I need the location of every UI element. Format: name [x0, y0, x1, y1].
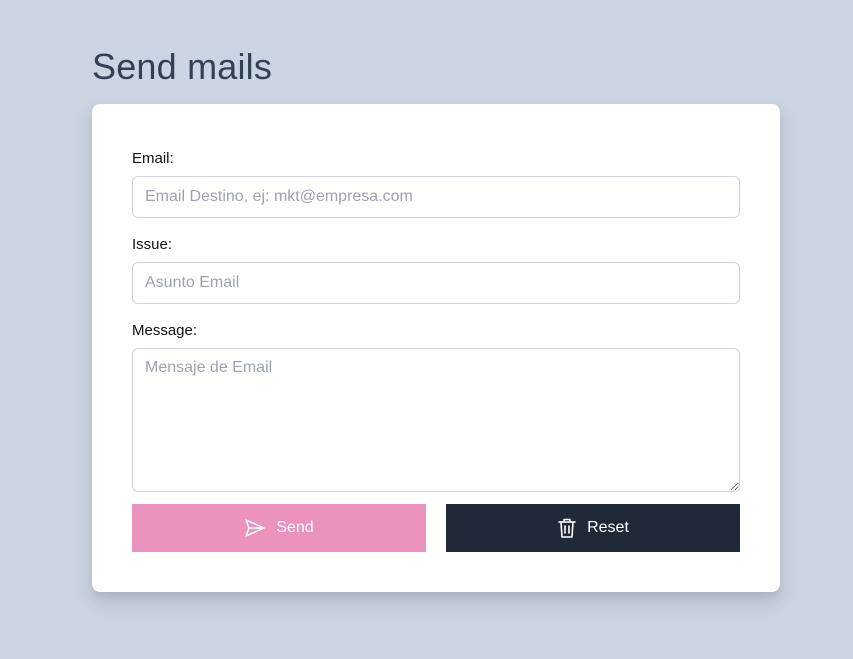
send-mail-form-card: Email: Issue: Message: Send Reset	[92, 104, 780, 592]
message-label: Message:	[132, 322, 198, 339]
send-button[interactable]: Send	[132, 504, 426, 552]
issue-input[interactable]	[132, 262, 740, 304]
send-button-label: Send	[276, 519, 314, 536]
paper-plane-icon	[244, 518, 266, 538]
trash-icon	[557, 517, 577, 539]
email-label: Email:	[132, 150, 174, 167]
issue-label: Issue:	[132, 236, 173, 253]
message-textarea[interactable]	[132, 348, 740, 492]
email-input[interactable]	[132, 176, 740, 218]
reset-button-label: Reset	[587, 519, 629, 536]
reset-button[interactable]: Reset	[446, 504, 740, 552]
page-title: Send mails	[92, 46, 273, 87]
